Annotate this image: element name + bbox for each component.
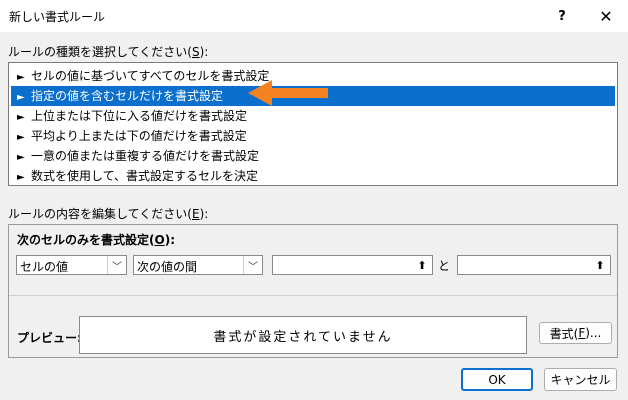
chevron-down-icon: ﹀ — [107, 256, 126, 274]
rule-item-top-bottom[interactable]: ► 上位または下位に入る値だけを書式設定 — [11, 106, 615, 126]
rule-type-suffix: ): — [199, 45, 209, 59]
rule-item-label: 平均より上または下の値だけを書式設定 — [31, 129, 247, 143]
ok-button[interactable]: OK — [461, 368, 533, 391]
chevron-down-icon: ﹀ — [243, 256, 262, 274]
operator-value: 次の値の間 — [137, 260, 198, 274]
rule-item-label: セルの値に基づいてすべてのセルを書式設定 — [31, 69, 270, 83]
cancel-button-label: キャンセル — [550, 373, 611, 387]
help-button[interactable]: ? — [542, 0, 582, 32]
rule-type-label-text: ルールの種類を選択してください( — [8, 45, 192, 59]
and-label: と — [438, 259, 451, 273]
panel-title: 次のセルのみを書式設定(O): — [17, 231, 175, 248]
rule-bullet-icon: ► — [17, 72, 25, 83]
rule-bullet-icon: ► — [17, 112, 25, 123]
panel-title-accel: O — [154, 233, 165, 247]
annotation-arrow-icon — [248, 80, 328, 106]
rule-item-above-below-average[interactable]: ► 平均より上または下の値だけを書式設定 — [11, 126, 615, 146]
rule-item-label: 一意の値または重複する値だけを書式設定 — [31, 149, 260, 163]
title-bar: 新しい書式ルール ? ✕ — [0, 0, 628, 32]
format-button-label: 書式( — [549, 326, 579, 341]
rule-item-label: 指定の値を含むセルだけを書式設定 — [31, 89, 224, 103]
format-button[interactable]: 書式(F)... — [539, 322, 612, 344]
value2-input[interactable]: ⬆ — [457, 255, 611, 275]
format-button-accel: F — [578, 326, 586, 340]
rule-item-label: 上位または下位に入る値だけを書式設定 — [31, 109, 248, 123]
range-picker-icon[interactable]: ⬆ — [413, 257, 431, 273]
preview-box: 書式が設定されていません — [79, 316, 527, 354]
close-button[interactable]: ✕ — [586, 0, 626, 32]
condition-type-value: セルの値 — [20, 260, 69, 274]
rule-type-label: ルールの種類を選択してください(S): — [8, 43, 208, 60]
format-button-suffix: )... — [585, 326, 602, 340]
panel-divider — [9, 295, 617, 296]
value1-input[interactable]: ⬆ — [272, 255, 433, 275]
condition-type-select[interactable]: セルの値 ﹀ — [16, 255, 127, 275]
ok-button-label: OK — [488, 372, 506, 387]
preview-label: プレビュー: — [17, 331, 82, 345]
rule-item-formula[interactable]: ► 数式を使用して、書式設定するセルを決定 — [11, 166, 615, 186]
rule-edit-suffix: ): — [199, 207, 209, 221]
cancel-button[interactable]: キャンセル — [544, 368, 617, 391]
preview-text: 書式が設定されていません — [213, 329, 393, 345]
rule-edit-panel: 次のセルのみを書式設定(O): セルの値 ﹀ 次の値の間 ﹀ ⬆ と ⬆ プレビ… — [8, 224, 618, 358]
operator-select[interactable]: 次の値の間 ﹀ — [133, 255, 263, 275]
rule-edit-label: ルールの内容を編集してください(E): — [8, 205, 208, 222]
rule-edit-accel: E — [191, 207, 200, 221]
close-icon: ✕ — [599, 6, 613, 26]
panel-title-text: 次のセルのみを書式設定( — [17, 233, 155, 247]
rule-bullet-icon: ► — [17, 132, 25, 143]
window-title: 新しい書式ルール — [9, 10, 106, 24]
help-icon: ? — [558, 8, 566, 24]
range-picker-icon[interactable]: ⬆ — [591, 257, 609, 273]
rule-bullet-icon: ► — [17, 152, 25, 163]
rule-edit-label-text: ルールの内容を編集してください( — [8, 207, 192, 221]
rule-bullet-icon: ► — [17, 92, 25, 103]
rule-item-label: 数式を使用して、書式設定するセルを決定 — [31, 169, 259, 183]
panel-title-suffix: ): — [164, 233, 175, 247]
rule-type-accel: S — [191, 45, 200, 59]
rule-item-unique-duplicate[interactable]: ► 一意の値または重複する値だけを書式設定 — [11, 146, 615, 166]
rule-bullet-icon: ► — [17, 172, 25, 183]
